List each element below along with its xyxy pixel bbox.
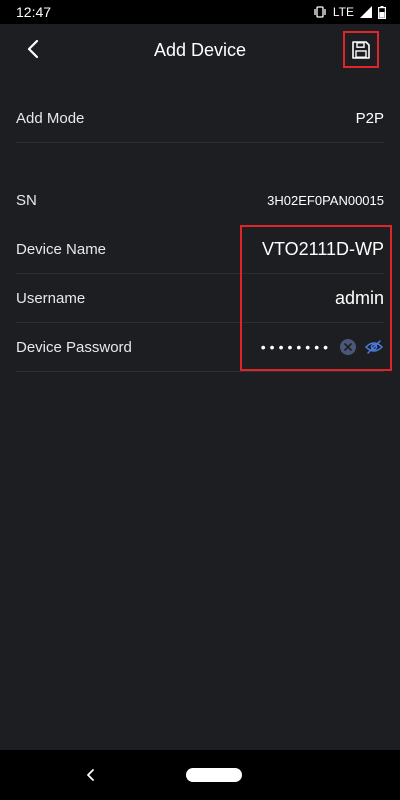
battery-icon bbox=[378, 5, 386, 19]
device-name-label: Device Name bbox=[16, 240, 107, 258]
chevron-left-icon bbox=[87, 769, 94, 781]
nav-back-button[interactable] bbox=[80, 765, 100, 785]
clear-icon[interactable] bbox=[340, 339, 356, 355]
status-bar: 12:47 LTE bbox=[0, 0, 400, 24]
signal-icon bbox=[360, 6, 372, 18]
device-name-row[interactable]: Device Name VTO2111D-WP bbox=[16, 225, 384, 274]
username-row[interactable]: Username admin bbox=[16, 274, 384, 323]
save-button[interactable] bbox=[343, 31, 379, 68]
add-mode-row[interactable]: Add Mode P2P bbox=[16, 94, 384, 143]
chevron-left-icon bbox=[27, 39, 39, 59]
floppy-disk-icon bbox=[352, 40, 370, 59]
system-nav-bar bbox=[0, 750, 400, 800]
add-mode-label: Add Mode bbox=[16, 109, 85, 127]
sn-value: 3H02EF0PAN00015 bbox=[267, 193, 384, 208]
username-input[interactable]: admin bbox=[335, 288, 384, 309]
sn-row: SN 3H02EF0PAN00015 bbox=[16, 176, 384, 225]
eye-hidden-icon[interactable] bbox=[364, 339, 384, 355]
back-button[interactable] bbox=[18, 34, 48, 64]
device-password-label: Device Password bbox=[16, 338, 132, 356]
network-label: LTE bbox=[332, 5, 354, 19]
nav-home-pill[interactable] bbox=[186, 768, 242, 782]
vibrate-icon bbox=[314, 6, 326, 18]
add-mode-value: P2P bbox=[355, 109, 384, 127]
status-time: 12:47 bbox=[16, 4, 52, 20]
page-title: Add Device bbox=[153, 39, 247, 60]
password-input[interactable]: •••••••• bbox=[261, 339, 332, 355]
app-header: Add Device bbox=[0, 24, 400, 76]
device-password-row[interactable]: Device Password •••••••• bbox=[16, 323, 384, 372]
device-name-input[interactable]: VTO2111D-WP bbox=[262, 239, 384, 260]
password-field[interactable]: •••••••• bbox=[261, 339, 384, 355]
username-label: Username bbox=[16, 289, 86, 307]
sn-label: SN bbox=[16, 192, 37, 209]
status-icons: LTE bbox=[313, 5, 386, 19]
